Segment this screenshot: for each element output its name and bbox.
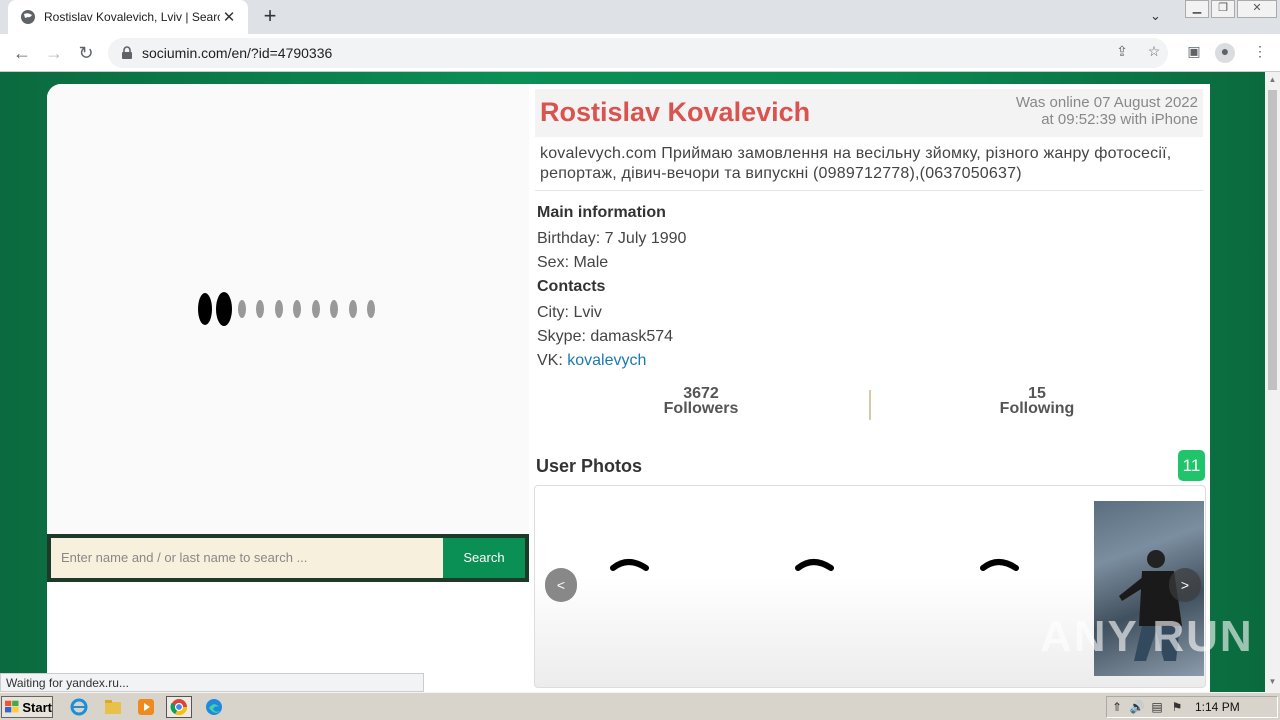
flag-icon[interactable]: ⚑ [1167,700,1187,714]
vk-contact: VK: kovalevych [537,352,646,370]
avatar-area [47,84,529,534]
user-photos-heading: User Photos [536,456,643,476]
globe-icon [21,10,35,24]
address-bar[interactable]: sociumin.com/en/?id=4790336 [108,38,1168,68]
page-scrollbar[interactable]: ▲ ▼ [1265,72,1280,692]
followers-stat[interactable]: 3672 Followers [601,385,801,417]
scroll-down-icon[interactable]: ▼ [1268,677,1277,686]
photo-loading-icon [795,559,834,571]
system-tray: ⇑ 🔊 ▤ ⚑ 1:14 PM [1106,696,1278,718]
following-label: Following [999,400,1075,417]
user-name: Rostislav Kovalevich [540,97,811,127]
forward-icon[interactable]: → [42,41,66,65]
main-info-heading: Main information [537,204,666,221]
sex: Sex: Male [537,254,609,271]
tab-title: Rostislav Kovalevich, Lviv | Search I [44,10,220,24]
taskbar-clock[interactable]: 1:14 PM [1195,700,1240,714]
start-button[interactable]: Start [1,696,53,718]
taskbar: Start ⇑ 🔊 ▤ ⚑ 1:14 PM [0,692,1280,720]
chevron-down-icon[interactable]: ⌄ [1150,8,1161,24]
internet-explorer-icon[interactable] [66,696,92,718]
last-online-time: at 09:52:39 with iPhone [1041,111,1198,128]
profile-details: Rostislav Kovalevich Was online 07 Augus… [530,84,1210,692]
window-controls: ▁ ❐ ✕ [1183,0,1277,18]
url-text: sociumin.com/en/?id=4790336 [142,45,333,61]
vk-label: VK: [537,352,568,369]
loading-spinner-icon [198,292,375,326]
divider [535,190,1203,191]
network-icon[interactable]: ▤ [1147,700,1167,714]
search-button[interactable]: Search [443,538,525,578]
skype: Skype: damask574 [537,328,674,345]
contacts-heading: Contacts [537,278,606,295]
browser-tab-bar: Rostislav Kovalevich, Lviv | Search I ✕ … [0,0,1280,34]
media-player-icon[interactable] [133,696,159,718]
menu-icon[interactable]: ⋮ [1250,43,1270,63]
user-status: kovalevych.com Приймаю замовлення на вес… [540,145,1172,182]
start-label: Start [22,699,52,715]
gallery-next-button[interactable]: > [1169,568,1201,602]
close-tab-icon[interactable]: ✕ [220,8,238,26]
photo-loading-icon [980,559,1019,571]
reload-icon[interactable]: ↻ [74,41,98,65]
page-background: Enter name and / or last name to search … [0,72,1265,692]
profile-card: Enter name and / or last name to search … [47,84,1210,692]
scroll-up-icon[interactable]: ▲ [1268,75,1277,84]
windows-logo-icon [5,700,19,713]
last-online-date: Was online 07 August 2022 [1015,94,1198,111]
search-form: Enter name and / or last name to search … [47,534,529,582]
search-input[interactable]: Enter name and / or last name to search … [51,538,443,578]
minimize-button[interactable]: ▁ [1185,0,1209,18]
side-panel-icon[interactable]: ▣ [1184,43,1204,63]
following-stat[interactable]: 15 Following [937,385,1137,417]
city: City: Lviv [537,304,602,321]
last-online: Was online 07 August 2022 at 09:52:39 wi… [1016,94,1198,128]
tray-expand-icon[interactable]: ⇑ [1107,700,1127,714]
share-icon[interactable]: ⇪ [1112,43,1132,63]
gallery-prev-button[interactable]: < [545,568,577,602]
profile-icon[interactable]: ● [1215,43,1235,63]
photos-count-badge: 11 [1178,450,1205,481]
browser-status-bar: Waiting for yandex.ru... [0,673,424,692]
browser-tab[interactable]: Rostislav Kovalevich, Lviv | Search I ✕ [8,0,248,34]
lock-icon [122,46,132,59]
followers-label: Followers [663,400,739,417]
profile-header: Rostislav Kovalevich Was online 07 Augus… [535,89,1203,137]
new-tab-button[interactable]: + [258,5,282,29]
back-icon[interactable]: ← [10,41,34,65]
restore-button[interactable]: ❐ [1211,0,1235,18]
photo-loading-icon [610,559,649,571]
followers-count: 3672 [683,385,719,402]
close-window-button[interactable]: ✕ [1237,0,1277,18]
star-icon[interactable]: ☆ [1144,43,1164,63]
file-explorer-icon[interactable] [100,696,126,718]
browser-toolbar: ← → ↻ sociumin.com/en/?id=4790336 ⇪ ☆ ▣ … [0,34,1280,72]
stats-divider [869,390,871,420]
birthday: Birthday: 7 July 1990 [537,230,687,247]
edge-icon[interactable] [201,696,227,718]
vk-link[interactable]: kovalevych [567,352,646,369]
volume-icon[interactable]: 🔊 [1127,700,1147,714]
scrollbar-thumb[interactable] [1268,90,1277,390]
chrome-icon[interactable] [166,696,192,718]
following-count: 15 [1028,385,1046,402]
anyrun-watermark: ANY RUN [1040,612,1254,661]
